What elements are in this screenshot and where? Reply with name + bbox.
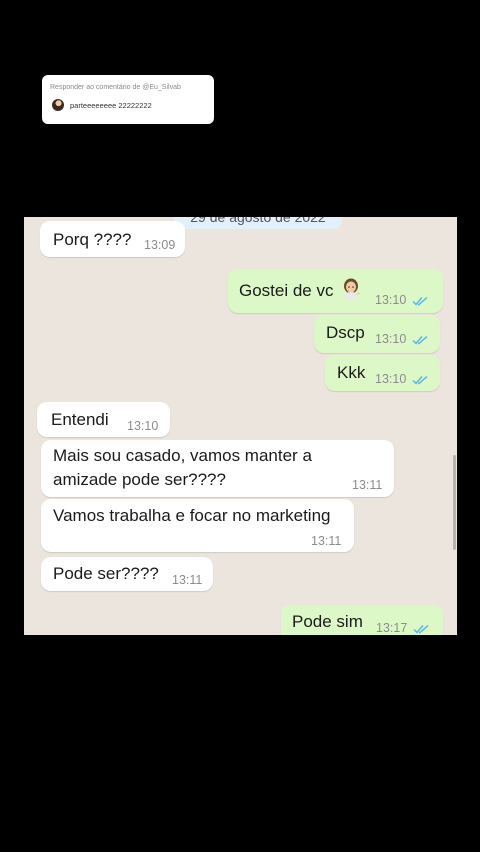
reply-comment-text: parteeeeeeee 22222222 xyxy=(70,100,152,110)
message-text: Vamos trabalha e focar no marketing xyxy=(53,506,331,525)
double-check-read-icon xyxy=(412,375,428,385)
double-check-read-icon xyxy=(413,624,429,634)
message-time: 13:10 xyxy=(127,419,159,433)
message-text: Porq ???? xyxy=(53,230,132,249)
message-text: Pode ser???? xyxy=(53,564,159,583)
user-avatar-icon xyxy=(52,99,64,111)
message-time: 13:17 xyxy=(376,621,408,635)
message-text: Pode sim xyxy=(292,612,363,631)
message-text-line-2: amizade pode ser???? xyxy=(53,470,226,489)
message-time: 13:10 xyxy=(375,372,407,386)
message-time: 13:10 xyxy=(375,332,407,346)
message-time: 13:11 xyxy=(172,573,203,587)
message-text: Entendi xyxy=(51,410,109,429)
double-check-read-icon xyxy=(412,296,428,306)
message-outgoing: Gostei de vc 13:10 xyxy=(228,269,443,313)
message-time: 13:09 xyxy=(144,238,176,252)
message-incoming: Entendi 13:10 xyxy=(37,402,170,437)
message-text: Kkk xyxy=(337,363,366,382)
message-text: Gostei de vc xyxy=(239,281,334,300)
reply-comment-card[interactable]: Responder ao comentário de @Eu_Silvab pa… xyxy=(42,75,214,124)
date-separator: 29 de agosto de 2022 xyxy=(174,217,342,229)
reply-comment-title: Responder ao comentário de @Eu_Silvab xyxy=(50,84,181,91)
message-time: 13:11 xyxy=(352,478,383,492)
message-outgoing: Dscp 13:10 xyxy=(314,315,440,353)
chat-screenshot: 29 de agosto de 2022 Porq ???? 13:09 Gos… xyxy=(24,217,457,635)
double-check-read-icon xyxy=(412,335,428,345)
message-time: 13:10 xyxy=(375,293,407,307)
message-outgoing: Pode sim 13:17 xyxy=(281,605,443,635)
message-outgoing: Kkk 13:10 xyxy=(325,355,440,391)
reply-comment-row: parteeeeeeee 22222222 xyxy=(50,99,206,111)
message-text: Dscp xyxy=(326,323,365,342)
message-time: 13:11 xyxy=(311,534,342,548)
scrollbar[interactable] xyxy=(453,455,456,550)
message-incoming: Porq ???? 13:09 xyxy=(40,221,185,257)
message-text-line-1: Mais sou casado, vamos manter a xyxy=(53,446,312,465)
message-incoming: Pode ser???? 13:11 xyxy=(41,557,213,591)
message-incoming: Mais sou casado, vamos manter a amizade … xyxy=(41,440,394,497)
woman-tipping-hand-emoji xyxy=(344,278,360,299)
message-incoming: Vamos trabalha e focar no marketing 13:1… xyxy=(41,499,354,552)
